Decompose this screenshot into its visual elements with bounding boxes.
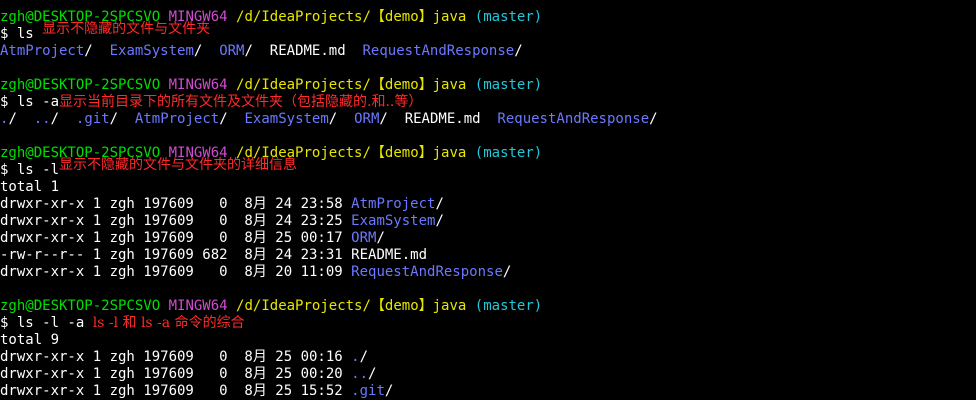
- listing-row: drwxr-xr-x 1 zgh 197609 0 8月 20 11:09 Re…: [0, 264, 512, 280]
- dir-name: .: [351, 349, 360, 365]
- dir-name: ExamSystem: [351, 213, 436, 229]
- prompt-user-host: zgh@DESKTOP-2SPCSVO: [0, 77, 161, 93]
- listing-meta: drwxr-xr-x 1 zgh 197609 0 8月 24 23:58: [0, 196, 352, 212]
- terminal-window[interactable]: zgh@DESKTOP-2SPCSVO MINGW64 /d/IdeaProje…: [0, 0, 976, 400]
- listing-meta: drwxr-xr-x 1 zgh 197609 0 8月 24 23:25: [0, 213, 352, 229]
- command-text: $ ls: [0, 26, 34, 42]
- dir-name: ORM: [219, 43, 245, 59]
- prompt-env: MINGW64: [168, 77, 228, 93]
- command-line: $ ls 显示不隐藏的文件与文件夹: [0, 21, 976, 43]
- dir-name: ORM: [354, 111, 380, 127]
- listing-row: drwxr-xr-x 1 zgh 197609 0 8月 25 00:16 ./: [0, 349, 369, 365]
- prompt-line: zgh@DESKTOP-2SPCSVO MINGW64 /d/IdeaProje…: [0, 298, 976, 315]
- dir-name: .git: [351, 383, 385, 399]
- total-line: total 1: [0, 179, 60, 195]
- dir-name: ..: [351, 366, 369, 382]
- listing-meta: drwxr-xr-x 1 zgh 197609 0 8月 20 11:09: [0, 264, 352, 280]
- dir-name: ..: [33, 111, 51, 127]
- prompt-path: /d/IdeaProjects/【demo】java: [236, 77, 467, 93]
- dir-name: RequestAndResponse: [362, 43, 515, 59]
- listing-row: drwxr-xr-x 1 zgh 197609 0 8月 25 00:20 ..…: [0, 366, 377, 382]
- prompt-line: zgh@DESKTOP-2SPCSVO MINGW64 /d/IdeaProje…: [0, 77, 976, 94]
- prompt-env: MINGW64: [168, 298, 228, 314]
- command-text: $ ls -a: [0, 94, 60, 110]
- listing-meta: drwxr-xr-x 1 zgh 197609 0 8月 25 15:52: [0, 383, 352, 399]
- total-line: total 9: [0, 332, 60, 348]
- dir-name: RequestAndResponse: [351, 264, 503, 280]
- output-line: ./ ../ .git/ AtmProject/ ExamSystem/ ORM…: [0, 111, 658, 127]
- command-line: $ ls -l -a ls -l 和 ls -a 命令的综合: [0, 315, 976, 332]
- annotation-note: 显示不隐藏的文件与文件夹: [42, 21, 211, 37]
- prompt-branch: (master): [474, 9, 543, 25]
- dir-name: .git: [75, 111, 110, 127]
- command-line: $ ls -a显示当前目录下的所有文件及文件夹（包括隐藏的.和..等）: [0, 94, 976, 111]
- dir-name: ExamSystem: [109, 43, 194, 59]
- listing-meta: drwxr-xr-x 1 zgh 197609 0 8月 25 00:16: [0, 349, 352, 365]
- prompt-path: /d/IdeaProjects/【demo】java: [236, 9, 467, 25]
- dir-name: RequestAndResponse: [497, 111, 650, 127]
- dir-name: .: [0, 111, 9, 127]
- file-name: README.md: [269, 43, 346, 59]
- dir-name: AtmProject: [351, 196, 436, 212]
- command-text: $ ls -l: [0, 162, 60, 178]
- annotation-note: ls -l 和 ls -a 命令的综合: [92, 315, 245, 331]
- listing-row: drwxr-xr-x 1 zgh 197609 0 8月 25 00:17 OR…: [0, 230, 385, 246]
- prompt-branch: (master): [474, 298, 543, 314]
- dir-name: AtmProject: [0, 43, 85, 59]
- file-name: README.md: [404, 111, 481, 127]
- annotation-note: 显示当前目录下的所有文件及文件夹（包括隐藏的.和..等）: [59, 94, 423, 110]
- dir-name: ORM: [351, 230, 377, 246]
- listing-row: drwxr-xr-x 1 zgh 197609 0 8月 24 23:58 At…: [0, 196, 444, 212]
- command-text: $ ls -l -a: [0, 315, 85, 331]
- dir-name: AtmProject: [134, 111, 220, 127]
- listing-meta: -rw-r--r-- 1 zgh 197609 682 8月 24 23:31: [0, 247, 352, 263]
- listing-meta: drwxr-xr-x 1 zgh 197609 0 8月 25 00:17: [0, 230, 352, 246]
- prompt-branch: (master): [474, 77, 543, 93]
- output-line: AtmProject/ ExamSystem/ ORM/ README.md R…: [0, 43, 523, 59]
- prompt-user-host: zgh@DESKTOP-2SPCSVO: [0, 298, 161, 314]
- prompt-branch: (master): [474, 145, 543, 161]
- listing-row: drwxr-xr-x 1 zgh 197609 0 8月 25 15:52 .g…: [0, 383, 394, 399]
- command-line: $ ls -l显示不隐藏的文件与文件夹的详细信息: [0, 157, 976, 179]
- listing-row: drwxr-xr-x 1 zgh 197609 0 8月 24 23:25 Ex…: [0, 213, 444, 229]
- annotation-note: 显示不隐藏的文件与文件夹的详细信息: [59, 157, 298, 173]
- prompt-path: /d/IdeaProjects/【demo】java: [236, 298, 467, 314]
- listing-meta: drwxr-xr-x 1 zgh 197609 0 8月 25 00:20: [0, 366, 352, 382]
- file-name: README.md: [351, 247, 428, 263]
- listing-row: -rw-r--r-- 1 zgh 197609 682 8月 24 23:31 …: [0, 247, 976, 264]
- dir-name: ExamSystem: [244, 111, 329, 127]
